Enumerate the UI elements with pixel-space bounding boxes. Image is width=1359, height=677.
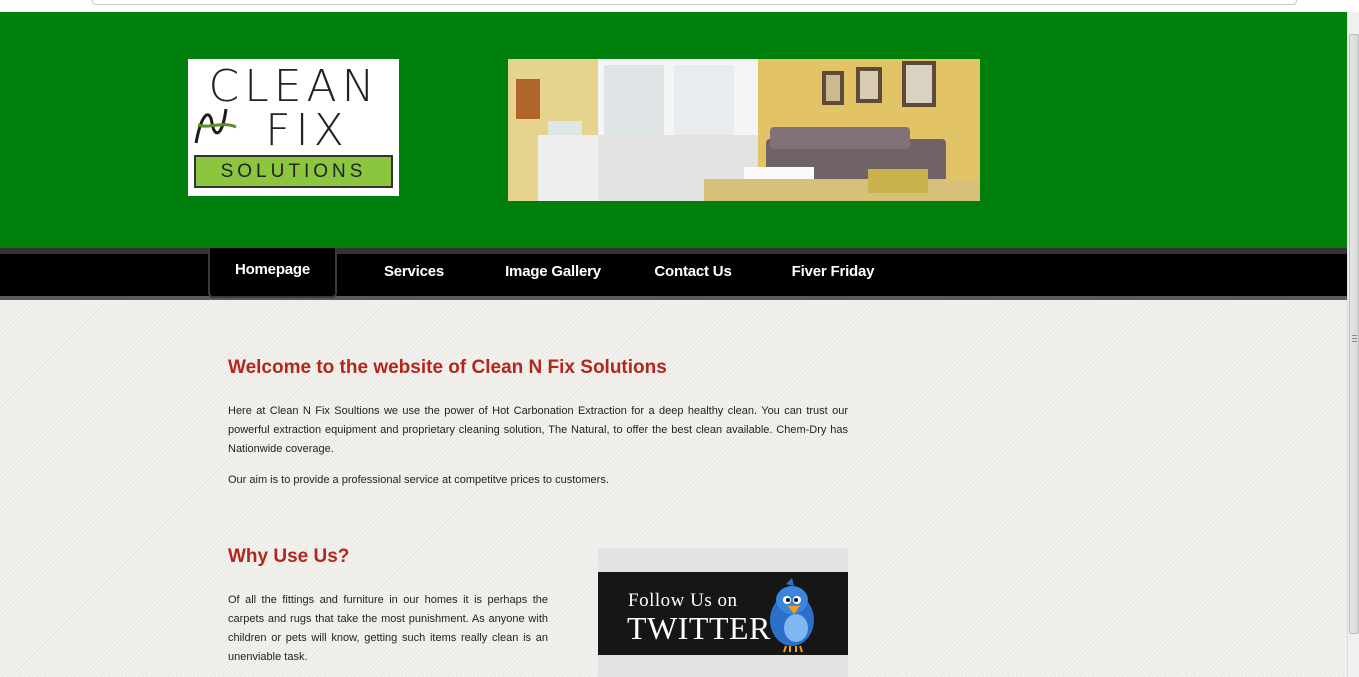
- nav-image-gallery[interactable]: Image Gallery: [493, 254, 613, 296]
- twitter-word: TWITTER: [627, 610, 771, 646]
- why-use-us-heading: Why Use Us?: [228, 546, 350, 567]
- living-room-image: [508, 59, 980, 201]
- browser-top-strip: [0, 0, 1359, 12]
- welcome-paragraph-2: Our aim is to provide a professional ser…: [228, 474, 609, 486]
- scrollbar-thumb[interactable]: [1349, 34, 1359, 634]
- address-bar-edge[interactable]: [92, 0, 1297, 5]
- welcome-heading: Welcome to the website of Clean N Fix So…: [228, 357, 667, 378]
- nav-services[interactable]: Services: [364, 254, 464, 296]
- welcome-paragraph-1: Here at Clean N Fix Soultions we use the…: [228, 405, 848, 455]
- header-banner-photo: [508, 59, 980, 201]
- vertical-scrollbar[interactable]: [1347, 12, 1359, 677]
- twitter-follow-text: Follow Us on: [628, 590, 738, 611]
- twitter-bird-icon: [770, 578, 814, 653]
- nav-contact-us[interactable]: Contact Us: [643, 254, 743, 296]
- logo-word-fix: FIX: [265, 105, 349, 156]
- logo-word-solutions: SOLUTIONS: [194, 155, 393, 188]
- nav-homepage[interactable]: Homepage: [208, 248, 337, 298]
- why-use-us-paragraph: Of all the fittings and furniture in our…: [228, 594, 548, 663]
- site-header: CLEAN FIX SOLUTIONS: [0, 12, 1347, 248]
- site-logo[interactable]: CLEAN FIX SOLUTIONS: [188, 59, 399, 196]
- twitter-widget[interactable]: Follow Us on TWITTER: [598, 548, 848, 677]
- follow-twitter-banner[interactable]: Follow Us on TWITTER: [598, 572, 848, 655]
- main-navigation: Homepage Services Image Gallery Contact …: [0, 248, 1347, 300]
- nav-fiver-friday[interactable]: Fiver Friday: [783, 254, 883, 296]
- scrollbar-grip-icon: [1352, 335, 1357, 336]
